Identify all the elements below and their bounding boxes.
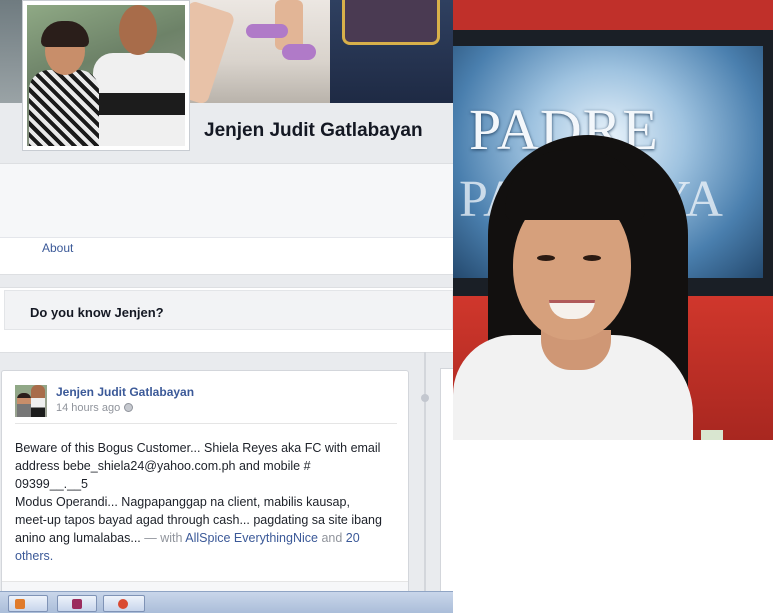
post-line: 09399__.__5 [15, 477, 88, 491]
tab-about[interactable]: About [42, 241, 73, 255]
timeline-nav: About [0, 163, 453, 275]
app-icon [15, 599, 25, 609]
timeline-spine [424, 352, 426, 613]
do-you-know-title: Do you know Jenjen? [30, 305, 164, 320]
cover-slipper [246, 24, 288, 38]
post-line-text: anino ang lumalabas... [15, 531, 141, 545]
cover-slipper [282, 44, 316, 60]
cover-handbag [342, 0, 440, 45]
timeline-post: Jenjen Judit Gatlabayan 14 hours ago Bew… [1, 370, 409, 613]
profile-man-head [119, 5, 157, 55]
post-line: meet-up tapos bayad agad through cash...… [15, 513, 382, 527]
profile-picture[interactable] [22, 0, 190, 151]
timeline-right-column-card [440, 368, 453, 600]
post-line: address bebe_shiela24@yahoo.com.ph and m… [15, 459, 311, 473]
post-author-name[interactable]: Jenjen Judit Gatlabayan [56, 385, 194, 399]
post-author-avatar[interactable] [15, 385, 47, 417]
chrome-icon [118, 599, 128, 609]
timeline-spine-dot [421, 394, 429, 402]
windows-taskbar [0, 591, 453, 613]
others-link[interactable]: others. [15, 549, 53, 563]
app-icon [72, 599, 82, 609]
cover-photo-left [0, 0, 22, 103]
post-line: anino ang lumalabas... — with AllSpice E… [15, 529, 399, 547]
taskbar-button[interactable] [8, 595, 48, 612]
and-label: and [321, 531, 343, 545]
woman-eye [537, 255, 555, 261]
facebook-timeline: Jenjen Judit Gatlabayan About Do you kno… [0, 0, 453, 613]
do-you-know-card: Do you know Jenjen? [0, 287, 453, 353]
post-line: Beware of this Bogus Customer... Shiela … [15, 441, 381, 455]
post-line: others. [15, 547, 399, 565]
woman-eye [583, 255, 601, 261]
background-cup [701, 430, 723, 440]
do-you-know-header: Do you know Jenjen? [4, 290, 453, 330]
profile-woman-body [29, 70, 99, 146]
post-timestamp: 14 hours ago [56, 402, 134, 414]
profile-picture-image [27, 5, 185, 146]
profile-woman-hair [41, 21, 89, 47]
profile-name[interactable]: Jenjen Judit Gatlabayan [204, 120, 423, 142]
with-label: — with [144, 531, 183, 545]
globe-icon[interactable] [124, 403, 134, 412]
post-body: Beware of this Bogus Customer... Shiela … [15, 439, 399, 565]
post-line: Modus Operandi... Nagpapanggap na client… [15, 495, 350, 509]
tagged-person-link[interactable]: AllSpice EverythingNice [185, 531, 318, 545]
post-divider [15, 423, 397, 424]
profile-man-stripe [93, 93, 185, 115]
post-timestamp-text[interactable]: 14 hours ago [56, 402, 120, 414]
avatar-woman [17, 393, 31, 417]
others-count-link[interactable]: 20 [346, 531, 360, 545]
portrait-photo: PADRE PASENCYA [453, 0, 773, 440]
taskbar-button[interactable] [103, 595, 145, 612]
avatar-man [31, 385, 45, 417]
cover-photo-image [160, 0, 453, 103]
taskbar-button[interactable] [57, 595, 97, 612]
